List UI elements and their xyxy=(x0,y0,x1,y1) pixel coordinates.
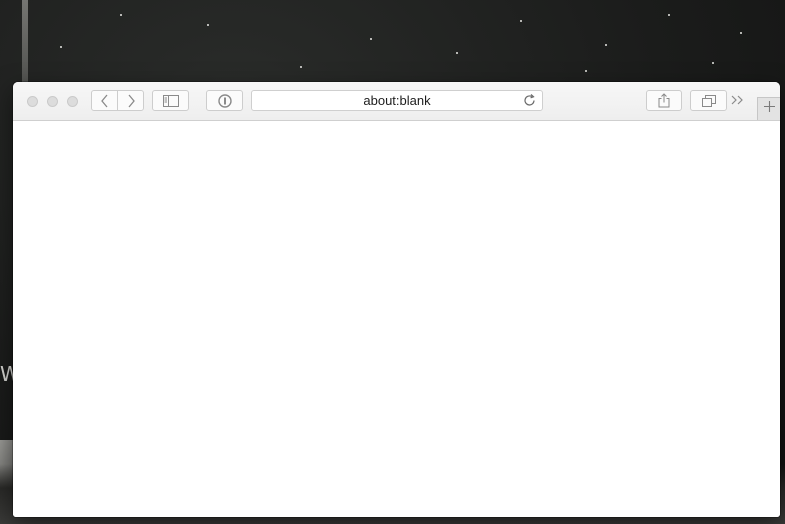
wallpaper-star xyxy=(520,20,522,22)
wallpaper-star xyxy=(207,24,209,26)
new-tab-button[interactable] xyxy=(757,97,780,120)
wallpaper-star xyxy=(300,66,302,68)
tabs-overview-button[interactable] xyxy=(690,90,727,111)
address-url[interactable]: about:blank xyxy=(252,91,542,110)
wallpaper-star xyxy=(370,38,372,40)
tabs-overview-icon xyxy=(701,94,716,107)
wallpaper-star xyxy=(60,46,62,48)
sidebar-icon xyxy=(162,94,179,107)
browser-toolbar: about:blank xyxy=(13,82,780,121)
zoom-window-button[interactable] xyxy=(67,96,78,107)
chevron-left-icon xyxy=(100,94,110,108)
wallpaper-star xyxy=(120,14,122,16)
back-button[interactable] xyxy=(91,90,118,111)
chevron-right-icon xyxy=(126,94,136,108)
web-content-area[interactable] xyxy=(13,121,780,517)
forward-button[interactable] xyxy=(117,90,144,111)
wallpaper-star xyxy=(668,14,670,16)
wallpaper-star xyxy=(740,32,742,34)
minimize-window-button[interactable] xyxy=(47,96,58,107)
sidebar-button[interactable] xyxy=(152,90,189,111)
wallpaper-star xyxy=(712,62,714,64)
plus-icon xyxy=(763,100,776,118)
share-icon xyxy=(658,93,670,108)
wallpaper-star xyxy=(456,52,458,54)
close-window-button[interactable] xyxy=(27,96,38,107)
address-bar[interactable]: about:blank xyxy=(251,90,543,111)
wallpaper-light-streak xyxy=(22,0,28,90)
browser-window: about:blank xyxy=(13,82,780,517)
wallpaper-star xyxy=(605,44,607,46)
wallpaper-star xyxy=(585,70,587,72)
password-manager-button[interactable] xyxy=(206,90,243,111)
share-button[interactable] xyxy=(646,90,682,111)
1password-icon xyxy=(217,93,232,108)
double-chevron-right-icon[interactable] xyxy=(730,92,746,108)
reload-icon[interactable] xyxy=(522,93,537,108)
